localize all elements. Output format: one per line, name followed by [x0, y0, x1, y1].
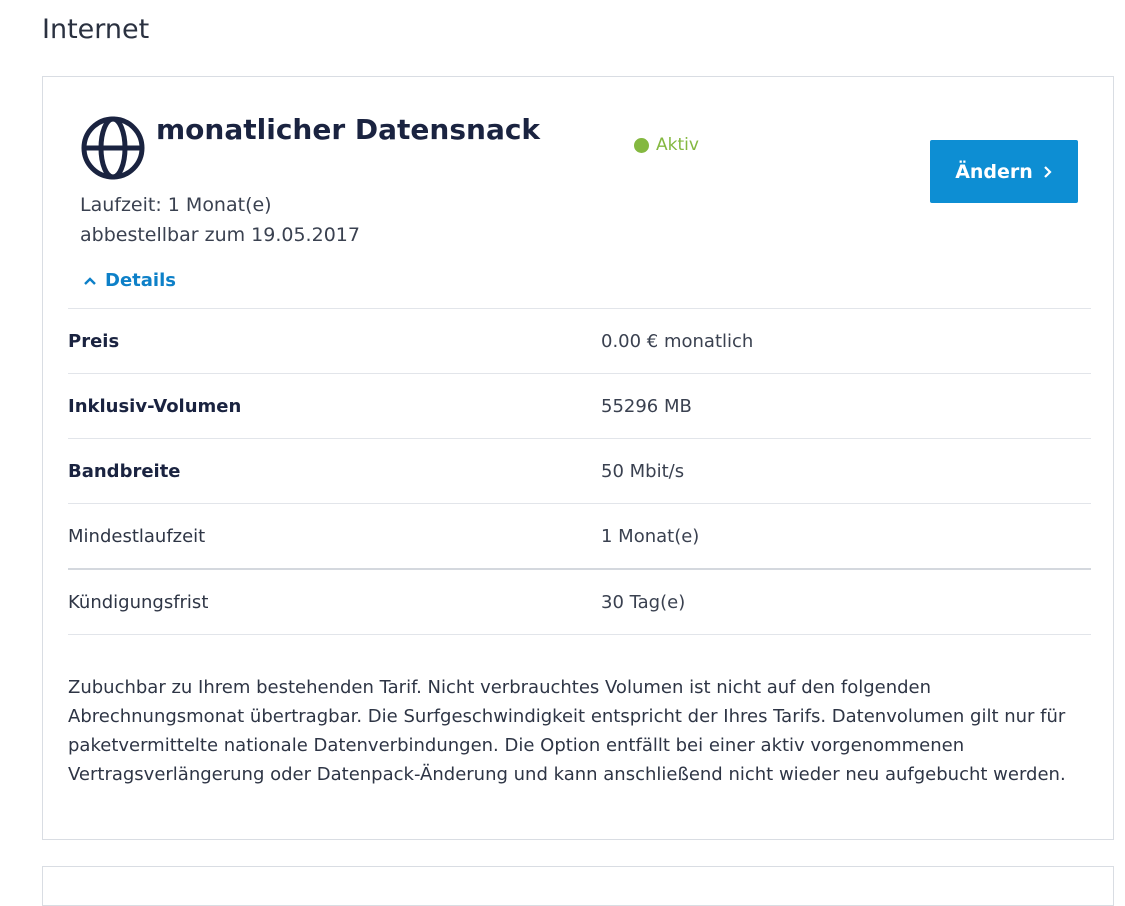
row-label: Preis — [68, 331, 120, 352]
table-row: Inklusiv-Volumen 55296 MB — [68, 374, 1091, 439]
runtime-text: Laufzeit: 1 Monat(e) — [80, 194, 272, 216]
details-toggle-label: Details — [105, 270, 176, 291]
row-value: 0.00 € monatlich — [601, 331, 754, 352]
row-label: Kündigungsfrist — [68, 592, 209, 613]
cancellable-date-text: abbestellbar zum 19.05.2017 — [80, 224, 360, 246]
row-label: Inklusiv-Volumen — [68, 396, 242, 417]
chevron-up-icon — [84, 276, 96, 285]
table-row: Mindestlaufzeit 1 Monat(e) — [68, 504, 1091, 570]
row-label: Bandbreite — [68, 461, 181, 482]
product-card: monatlicher Datensnack Laufzeit: 1 Monat… — [42, 76, 1114, 840]
status-text: Aktiv — [656, 135, 699, 155]
row-value: 30 Tag(e) — [601, 592, 686, 613]
row-value: 1 Monat(e) — [601, 526, 700, 547]
row-value: 50 Mbit/s — [601, 461, 685, 482]
table-row: Kündigungsfrist 30 Tag(e) — [68, 570, 1091, 635]
globe-icon — [81, 116, 145, 180]
table-row: Bandbreite 50 Mbit/s — [68, 439, 1091, 504]
product-description: Zubuchbar zu Ihrem bestehenden Tarif. Ni… — [68, 677, 1066, 785]
row-label: Mindestlaufzeit — [68, 526, 206, 547]
details-toggle[interactable]: Details — [83, 270, 176, 291]
product-name: monatlicher Datensnack — [156, 113, 541, 146]
change-button-label: Ändern — [955, 160, 1033, 183]
status-badge: Aktiv — [634, 135, 699, 155]
next-card — [42, 866, 1114, 906]
details-table: Preis 0.00 € monatlich Inklusiv-Volumen … — [68, 308, 1091, 635]
table-row: Preis 0.00 € monatlich — [68, 309, 1091, 374]
status-dot-icon — [634, 137, 649, 153]
chevron-right-icon — [1044, 165, 1052, 178]
row-value: 55296 MB — [601, 396, 692, 417]
change-button[interactable]: Ändern — [930, 140, 1078, 203]
section-title: Internet — [42, 14, 150, 45]
